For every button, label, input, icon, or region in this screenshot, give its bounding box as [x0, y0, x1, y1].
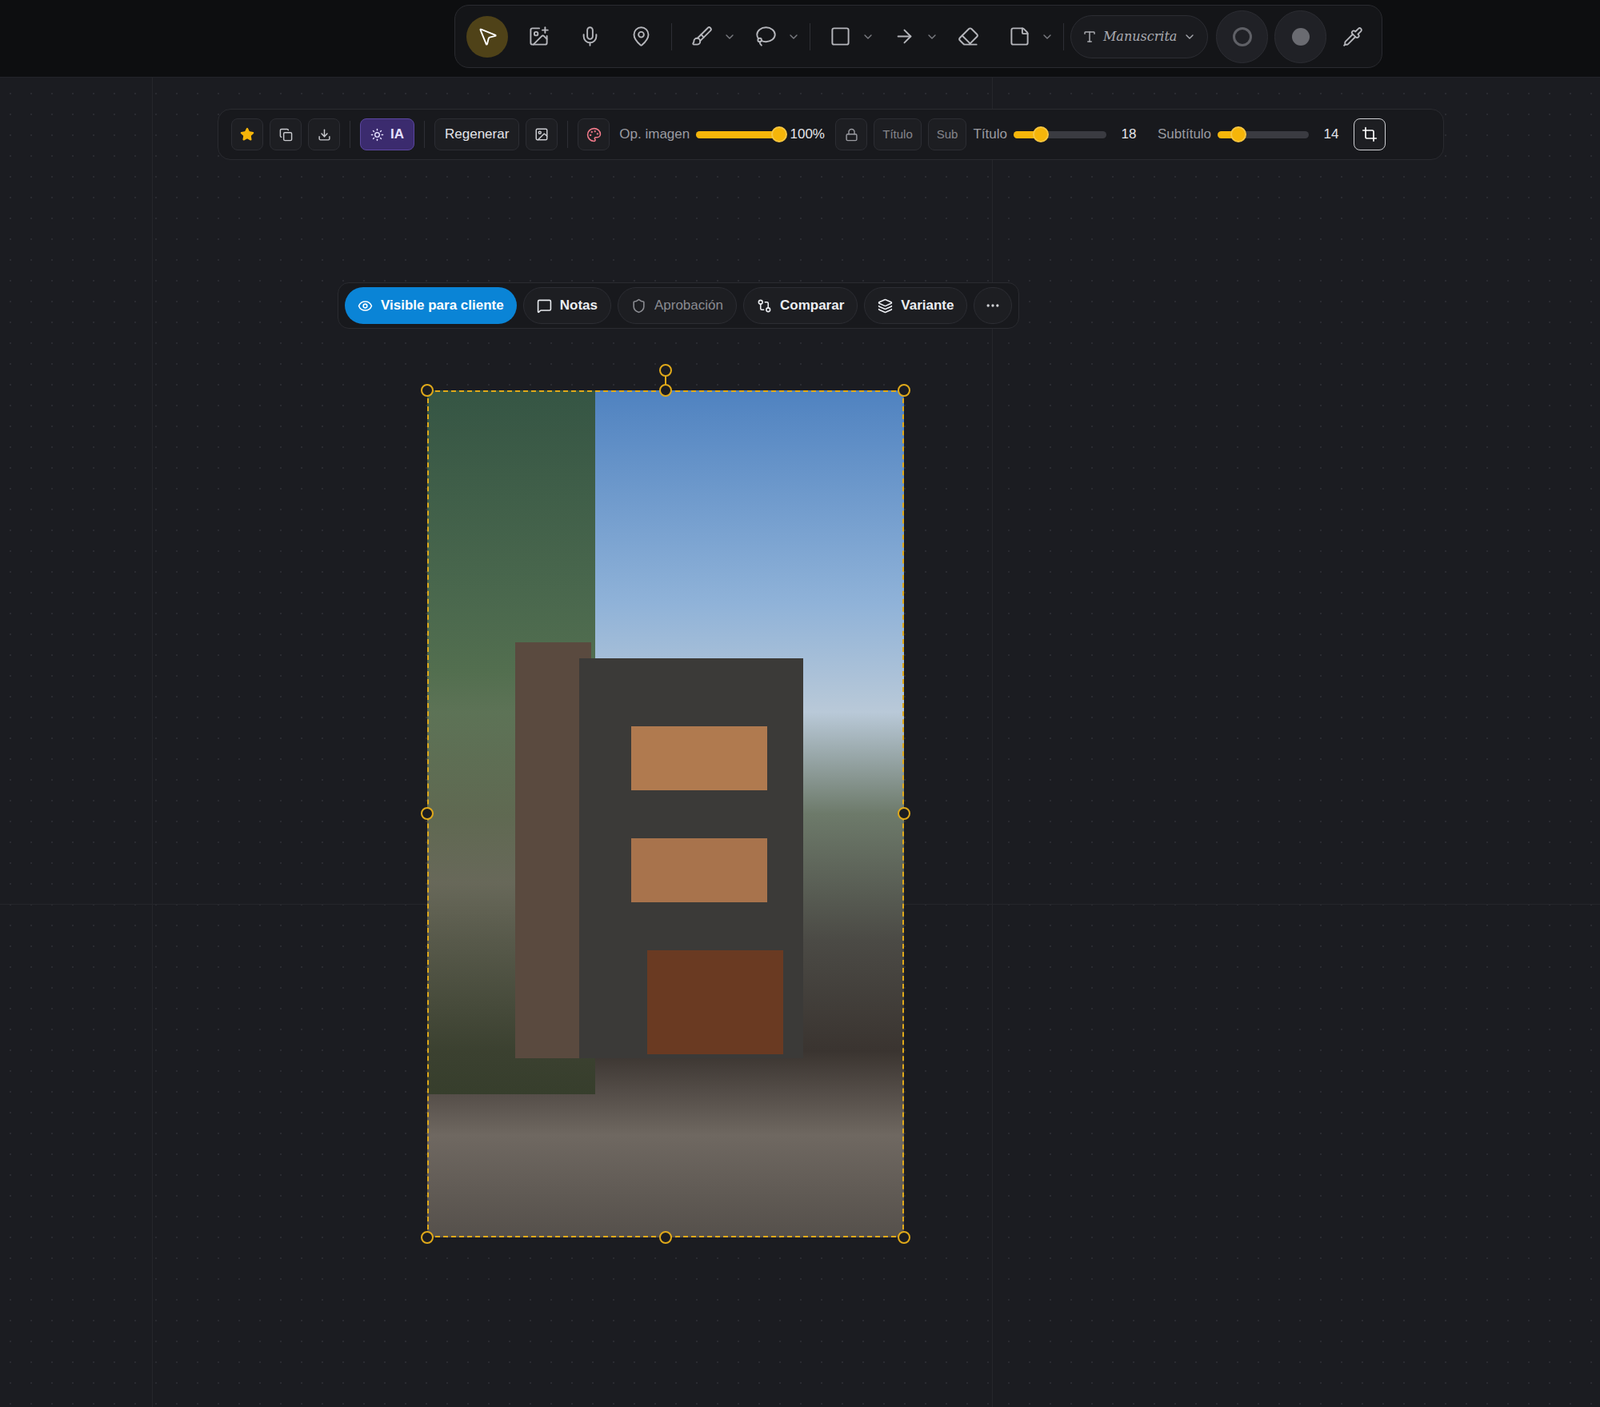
subtitle-size-label: Subtítulo	[1157, 124, 1212, 145]
ai-button[interactable]: IA	[360, 118, 415, 151]
grid-line	[992, 77, 993, 1407]
photo	[427, 390, 904, 1238]
chevron-icon	[1183, 30, 1196, 44]
pin-icon	[630, 25, 652, 48]
mic-icon	[579, 25, 601, 48]
title-toggle[interactable]: Título	[873, 118, 922, 151]
pipette-button[interactable]	[1332, 16, 1374, 58]
tool-button[interactable]	[565, 16, 614, 58]
tool-button[interactable]	[463, 16, 512, 58]
select-icon	[476, 25, 499, 48]
approval-icon	[631, 298, 647, 314]
ellipsis-icon	[984, 297, 1001, 314]
arrow-icon	[893, 25, 916, 48]
note-icon	[1008, 25, 1031, 48]
image-toolbar: IA Regenerar Op. imagen 100% TítuloSubTítulo…	[217, 108, 1444, 160]
title-size-slider[interactable]	[1013, 126, 1107, 143]
chip[interactable]: Comparar	[743, 287, 858, 324]
chevron-icon	[1040, 30, 1054, 44]
palette-icon	[586, 127, 602, 143]
resize-handle[interactable]	[420, 1231, 434, 1244]
resize-handle[interactable]	[420, 384, 434, 397]
tool-button[interactable]	[880, 16, 942, 58]
chip[interactable]: Notas	[523, 287, 612, 324]
fill-color[interactable]	[1274, 10, 1327, 64]
copy-icon	[279, 128, 293, 142]
opacity-reading: 100%	[785, 124, 829, 145]
star-icon	[240, 127, 255, 142]
image-node[interactable]	[427, 390, 904, 1238]
tool-button[interactable]	[616, 16, 665, 58]
separator	[809, 23, 811, 51]
chevron-icon	[787, 30, 800, 44]
chevron-icon	[723, 30, 736, 44]
sub-toggle[interactable]: Sub	[928, 118, 968, 151]
selection-frame	[427, 390, 904, 1238]
chip-bar: Visible para clienteNotasAprobaciónCompa…	[337, 282, 1020, 329]
palette-button[interactable]	[577, 118, 610, 151]
subtitle-size-slider[interactable]	[1217, 126, 1309, 143]
main-toolbar: Manuscrita	[454, 4, 1383, 68]
download-button[interactable]	[308, 118, 340, 151]
sparkle-icon	[370, 128, 384, 142]
top-bar: Manuscrita	[0, 0, 1600, 78]
image-icon	[534, 127, 549, 142]
separator	[349, 120, 351, 148]
resize-handle[interactable]	[897, 1231, 911, 1244]
rotate-handle[interactable]	[659, 364, 672, 377]
title-size-reading: 18	[1112, 124, 1145, 145]
separator	[671, 23, 672, 51]
image-icon	[528, 25, 550, 48]
tool-button[interactable]	[816, 16, 878, 58]
regenerate-button[interactable]: Regenerar	[434, 118, 520, 151]
subtitle-size-reading: 14	[1315, 124, 1348, 145]
eraser-icon	[957, 25, 980, 48]
stroke-color[interactable]	[1216, 10, 1268, 64]
replace-image-button[interactable]	[525, 118, 558, 151]
font-dropdown[interactable]: Manuscrita	[1070, 15, 1208, 59]
chevron-icon	[861, 30, 875, 44]
brush-icon	[691, 25, 713, 48]
resize-handle[interactable]	[420, 807, 434, 820]
resize-handle[interactable]	[659, 1231, 672, 1244]
separator	[1063, 23, 1064, 51]
opacity-label: Op. imagen	[619, 124, 690, 145]
opacity-slider[interactable]	[696, 126, 780, 143]
resize-handle[interactable]	[897, 384, 911, 397]
notes-icon	[536, 298, 552, 314]
download-icon	[317, 128, 332, 142]
lasso-icon	[755, 25, 777, 48]
separator	[567, 120, 568, 148]
title-size-label: Título	[972, 124, 1008, 145]
eye-icon	[357, 298, 373, 314]
compare-icon	[756, 298, 772, 314]
tool-button[interactable]	[678, 16, 740, 58]
crop-icon	[1361, 126, 1378, 143]
separator	[424, 120, 425, 148]
chip[interactable]: Variante	[864, 287, 968, 324]
resize-handle[interactable]	[659, 384, 672, 397]
chip[interactable]: Aprobación	[617, 287, 737, 324]
chevron-icon	[925, 30, 939, 44]
pipette-icon	[1342, 26, 1364, 48]
duplicate-button[interactable]	[269, 118, 302, 151]
variant-icon	[877, 298, 893, 314]
tool-button[interactable]	[996, 16, 1057, 58]
lock-icon	[844, 128, 859, 142]
grid-line	[152, 77, 153, 1407]
app: Manuscrita IA Regenerar Op. imagen 100% Títul…	[0, 0, 1600, 1407]
type-icon	[1082, 29, 1097, 44]
favorite-button[interactable]	[231, 118, 264, 151]
lock-button[interactable]	[835, 118, 868, 151]
tool-button[interactable]	[514, 16, 563, 58]
tool-button[interactable]	[742, 16, 804, 58]
more-button[interactable]	[973, 287, 1012, 324]
resize-handle[interactable]	[897, 807, 911, 820]
crop-button[interactable]	[1353, 118, 1386, 151]
chip[interactable]: Visible para cliente	[344, 287, 517, 324]
tool-button[interactable]	[944, 16, 993, 58]
square-icon	[829, 25, 852, 48]
